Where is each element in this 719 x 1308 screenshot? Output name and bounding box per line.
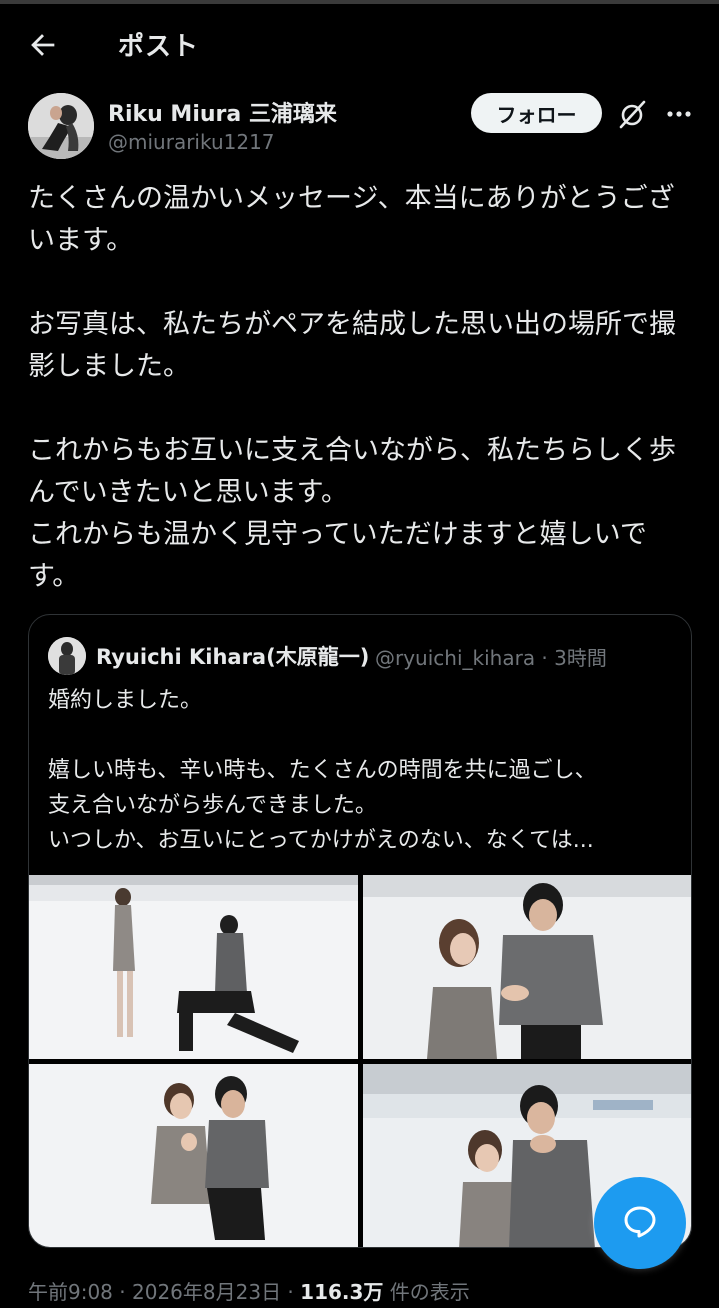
header-bar: ポスト — [0, 14, 719, 74]
post-date: 2026年8月23日 — [132, 1280, 282, 1304]
author-handle[interactable]: @miurariku1217 — [108, 130, 275, 154]
author-avatar[interactable] — [28, 93, 94, 159]
post-meta: 午前9:08 · 2026年8月23日 · 116.3万 件の表示 — [28, 1280, 470, 1304]
quoted-post-text: 婚約しました。 嬉しい時も、辛い時も、たくさんの時間を共に過ごし、 支え合いなが… — [48, 688, 597, 853]
quoted-author-name: Ryuichi Kihara(木原龍一) — [96, 645, 370, 669]
quoted-post-time: 3時間 — [554, 646, 607, 670]
author-name[interactable]: Riku Miura 三浦璃来 — [108, 96, 337, 128]
grok-icon[interactable] — [616, 98, 648, 130]
quoted-photo-3[interactable] — [29, 1064, 358, 1247]
follow-button[interactable]: フォロー — [471, 93, 602, 133]
top-edge-line — [0, 0, 719, 4]
more-options-icon[interactable] — [664, 100, 694, 128]
quoted-photo-2[interactable] — [363, 875, 691, 1059]
quoted-author-meta: @ryuichi_kihara · 3時間 — [375, 646, 607, 670]
quoted-author-avatar — [48, 637, 86, 675]
post-text: たくさんの温かいメッセージ、本当にありがとうございます。 お写真は、私たちがペア… — [28, 183, 676, 592]
quoted-photo-1[interactable] — [29, 875, 358, 1059]
post-time: 午前9:08 — [28, 1280, 113, 1304]
quoted-author-handle: @ryuichi_kihara — [375, 646, 536, 670]
back-arrow-icon[interactable] — [26, 28, 60, 62]
chat-bubble-icon — [620, 1201, 660, 1245]
views-label: 件の表示 — [389, 1280, 470, 1304]
chat-fab-button[interactable] — [594, 1177, 686, 1269]
view-count: 116.3万 — [300, 1280, 384, 1304]
quoted-post-card[interactable]: Ryuichi Kihara(木原龍一) @ryuichi_kihara · 3… — [28, 614, 692, 1248]
page-title: ポスト — [118, 32, 200, 62]
